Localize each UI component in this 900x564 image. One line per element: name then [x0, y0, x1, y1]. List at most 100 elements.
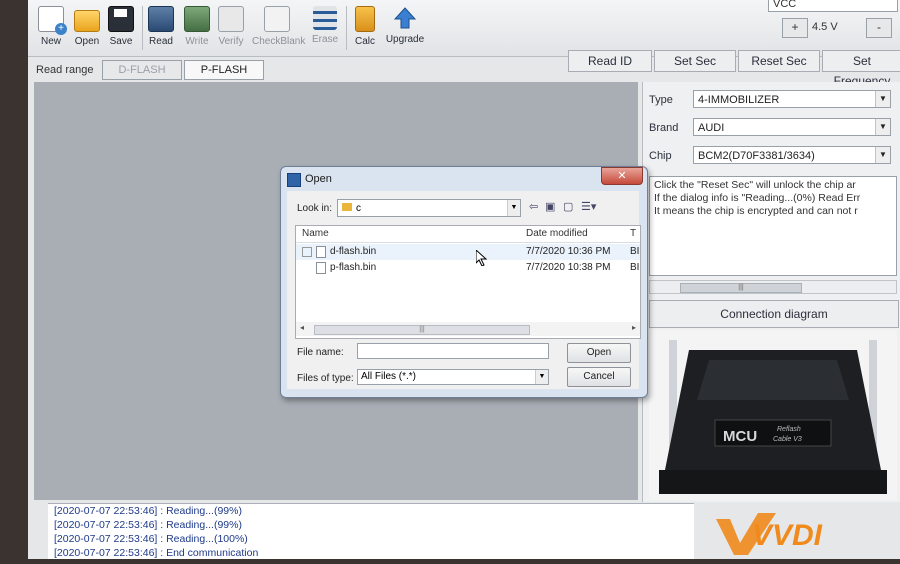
- close-button[interactable]: ✕: [601, 167, 643, 185]
- chevron-down-icon: ▼: [875, 91, 890, 107]
- file-name-input[interactable]: [357, 343, 549, 359]
- back-icon[interactable]: ⇦: [529, 200, 538, 213]
- list-item[interactable]: d-flash.bin 7/7/2020 10:36 PM BI: [296, 244, 640, 260]
- checkbox-icon: [302, 247, 312, 257]
- column-type[interactable]: T: [630, 228, 636, 239]
- chevron-down-icon: ▼: [507, 200, 520, 216]
- brand-label: Brand: [649, 122, 679, 134]
- reset-sec-button[interactable]: Reset Sec: [738, 50, 820, 72]
- file-name: d-flash.bin: [330, 246, 377, 257]
- calc-button[interactable]: Calc: [348, 6, 382, 47]
- file-icon: [316, 246, 326, 258]
- look-in-label: Look in:: [297, 203, 333, 214]
- vcc-select[interactable]: VCC: [768, 0, 898, 12]
- file-type: BI: [630, 246, 640, 257]
- up-folder-icon[interactable]: ▣: [545, 200, 555, 213]
- file-name-label: File name:: [297, 347, 344, 358]
- file-list-scrollbar[interactable]: ◂ ||| ▸: [296, 322, 640, 336]
- chip-select[interactable]: BCM2(D70F3381/3634) ▼: [693, 146, 891, 164]
- file-date: 7/7/2020 10:36 PM: [526, 246, 611, 257]
- upgrade-arrow-icon: [393, 6, 417, 30]
- info-line: If the dialog info is "Reading...(0%) Re…: [654, 192, 861, 204]
- read-id-button[interactable]: Read ID: [568, 50, 652, 72]
- file-type-select[interactable]: All Files (*.*) ▼: [357, 369, 549, 385]
- look-in-select[interactable]: c ▼: [337, 199, 521, 217]
- verify-icon: [218, 6, 244, 32]
- read-button[interactable]: Read: [144, 6, 178, 47]
- file-type-value: All Files (*.*): [361, 371, 417, 382]
- type-row: Type 4-IMMOBILIZER ▼: [649, 90, 897, 110]
- info-line: Click the "Reset Sec" will unlock the ch…: [654, 179, 856, 191]
- toolbar: + New Open Save Read Write Verify CheckB…: [28, 0, 900, 57]
- cable-image: MCU Reflash Cable V3: [649, 330, 897, 500]
- voltage-increase-button[interactable]: +: [782, 18, 808, 38]
- erase-icon: [313, 6, 337, 30]
- type-select[interactable]: 4-IMMOBILIZER ▼: [693, 90, 891, 108]
- tab-d-flash[interactable]: D-FLASH: [102, 60, 182, 80]
- chip-row: Chip BCM2(D70F3381/3634) ▼: [649, 146, 897, 166]
- info-scrollbar[interactable]: |||: [649, 280, 897, 294]
- tab-p-flash[interactable]: P-FLASH: [184, 60, 264, 80]
- write-chip-icon: [184, 6, 210, 32]
- read-label: Read: [149, 36, 173, 47]
- write-button[interactable]: Write: [180, 6, 214, 47]
- checkblank-button[interactable]: CheckBlank: [252, 6, 305, 47]
- log-line: [2020-07-07 22:53:46] : Reading...(99%): [54, 505, 242, 517]
- open-button[interactable]: Open: [567, 343, 631, 363]
- new-file-icon: +: [38, 6, 67, 35]
- read-range-label: Read range: [36, 64, 94, 76]
- list-item[interactable]: p-flash.bin 7/7/2020 10:38 PM BI: [296, 260, 640, 276]
- open-button[interactable]: Open: [70, 6, 104, 47]
- look-in-value: c: [356, 203, 361, 214]
- brand-row: Brand AUDI ▼: [649, 118, 897, 138]
- watermark-brand: VVDI: [752, 519, 823, 552]
- log-output[interactable]: [2020-07-07 22:53:46] : Reading...(99%) …: [48, 503, 694, 559]
- set-sec-button[interactable]: Set Sec: [654, 50, 736, 72]
- new-folder-icon[interactable]: ▢: [563, 200, 573, 213]
- file-list-header: Name Date modified T: [296, 226, 640, 243]
- vcc-value: VCC: [773, 0, 797, 10]
- save-button[interactable]: Save: [104, 6, 138, 47]
- dialog-body: Look in: c ▼ ⇦ ▣ ▢ ☰▾ Name Date modified…: [287, 191, 641, 389]
- cable-brand-label: MCU: [723, 428, 758, 445]
- info-line: It means the chip is encrypted and can n…: [654, 205, 858, 217]
- vvdi-shop-watermark: VVDI shop: [712, 505, 900, 559]
- verify-button[interactable]: Verify: [214, 6, 248, 47]
- toolbar-separator: [346, 6, 347, 50]
- erase-label: Erase: [311, 34, 339, 45]
- files-of-type-label: Files of type:: [297, 373, 354, 384]
- verify-label: Verify: [218, 36, 244, 47]
- file-name: p-flash.bin: [330, 262, 377, 273]
- voltage-decrease-button[interactable]: -: [866, 18, 892, 38]
- voltage-value: 4.5 V: [812, 21, 838, 33]
- scroll-left-icon[interactable]: ◂: [300, 323, 304, 332]
- new-button[interactable]: + New: [34, 6, 68, 47]
- write-label: Write: [185, 36, 209, 47]
- column-name[interactable]: Name: [302, 228, 329, 239]
- app-window: + New Open Save Read Write Verify CheckB…: [28, 0, 900, 559]
- scrollbar-thumb[interactable]: |||: [680, 283, 802, 293]
- view-menu-icon[interactable]: ☰▾: [581, 200, 596, 213]
- brand-value: AUDI: [698, 122, 725, 134]
- log-line: [2020-07-07 22:53:46] : End communicatio…: [54, 547, 259, 559]
- brand-select[interactable]: AUDI ▼: [693, 118, 891, 136]
- upgrade-button[interactable]: Upgrade: [384, 6, 426, 45]
- chevron-down-icon: ▼: [535, 370, 548, 384]
- save-label: Save: [109, 36, 133, 47]
- chip-info-text[interactable]: Click the "Reset Sec" will unlock the ch…: [649, 176, 897, 276]
- set-frequency-button[interactable]: Set Frequency: [822, 50, 900, 88]
- calculator-icon: [355, 6, 375, 32]
- folder-icon: [74, 10, 100, 32]
- chevron-down-icon: ▼: [875, 147, 890, 163]
- connection-diagram-button[interactable]: Connection diagram: [649, 300, 899, 328]
- upgrade-label: Upgrade: [385, 34, 425, 45]
- cable-version-label: Cable V3: [773, 436, 802, 443]
- erase-button[interactable]: Erase: [308, 6, 342, 45]
- scrollbar-thumb[interactable]: |||: [314, 325, 530, 335]
- type-value: 4-IMMOBILIZER: [698, 94, 780, 106]
- scroll-right-icon[interactable]: ▸: [632, 323, 636, 332]
- cancel-button[interactable]: Cancel: [567, 367, 631, 387]
- mcu-cable-illustration: [659, 340, 887, 494]
- column-date-modified[interactable]: Date modified: [526, 228, 588, 239]
- chip-panel: Type 4-IMMOBILIZER ▼ Brand AUDI ▼ Chip BCM…: [642, 82, 900, 502]
